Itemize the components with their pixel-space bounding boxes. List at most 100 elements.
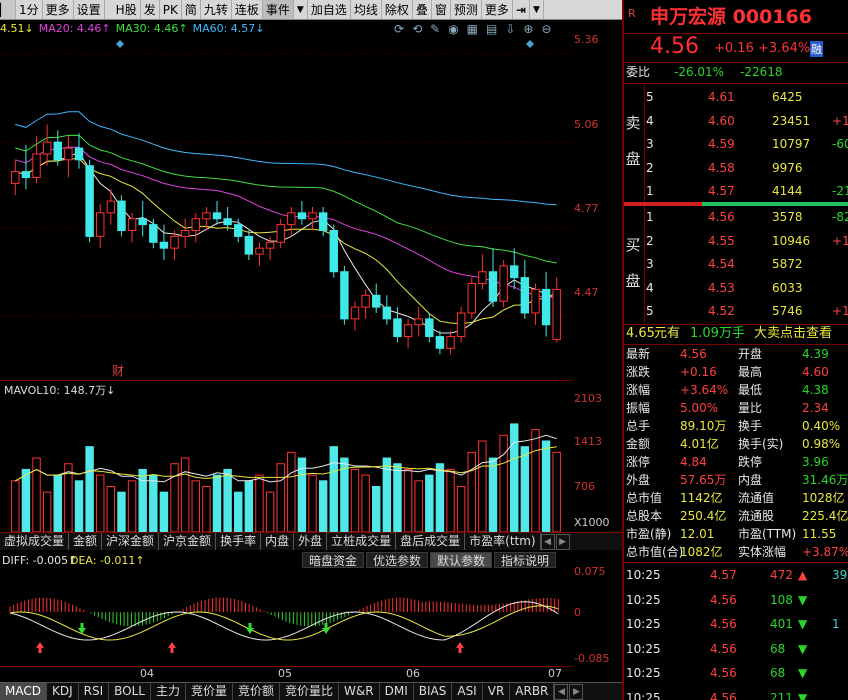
candle[interactable] (223, 206, 232, 231)
candle[interactable] (244, 230, 254, 260)
volume-bar[interactable] (106, 485, 116, 532)
volume-bar[interactable] (393, 463, 402, 532)
volume-bar[interactable] (287, 451, 296, 532)
volume-bar[interactable] (191, 480, 200, 532)
subtab-prev-icon[interactable]: ◀ (540, 534, 555, 550)
buy-signal-arrow-icon[interactable] (168, 642, 176, 653)
volume-bar[interactable] (265, 491, 275, 532)
toolbar-item[interactable]: 发 (141, 0, 160, 19)
volume-bar[interactable] (467, 451, 476, 532)
indicator-help-button[interactable]: 指标说明 (494, 552, 557, 568)
volume-bar[interactable] (117, 491, 126, 532)
toolbar-item[interactable]: 九转 (201, 0, 232, 19)
buy-signal-arrow-icon[interactable] (456, 642, 464, 653)
candle[interactable] (212, 201, 222, 225)
volume-bar[interactable] (403, 468, 413, 532)
candle[interactable] (425, 312, 434, 343)
indicator-tab[interactable]: W&R (339, 683, 380, 700)
subtab[interactable]: 虚拟成交量 (0, 533, 70, 550)
candle[interactable] (372, 283, 381, 313)
toolbar-item[interactable]: 加自选 (308, 0, 351, 19)
dark-pool-button[interactable]: 暗盘资金 (302, 552, 365, 568)
candle[interactable] (467, 277, 476, 319)
candle[interactable] (435, 330, 445, 355)
toolbar-item[interactable]: 预测 (451, 0, 482, 19)
toolbar-item[interactable]: 除权 (382, 0, 413, 19)
candle[interactable] (74, 133, 84, 169)
subtab[interactable]: 立桩成交量 (327, 533, 397, 550)
tabs-prev-icon[interactable]: ◀ (554, 684, 569, 700)
optimized-params-button[interactable]: 优选参数 (366, 552, 429, 568)
subtab[interactable]: 外盘 (294, 533, 328, 550)
volume-bar[interactable] (446, 468, 455, 532)
volume-bar[interactable] (234, 491, 243, 532)
volume-bar[interactable] (255, 474, 264, 532)
indicator-tab[interactable]: BOLL (109, 683, 151, 700)
candle[interactable] (510, 248, 519, 290)
volume-bar[interactable] (74, 480, 84, 532)
volume-bar[interactable] (499, 434, 508, 532)
subtab[interactable]: 内盘 (261, 533, 295, 550)
volume-bar[interactable] (127, 480, 137, 532)
volume-bar[interactable] (456, 485, 466, 532)
finance-marker[interactable]: 财 (112, 362, 124, 379)
zoom-in-icon[interactable]: ⊕ (523, 22, 533, 36)
volume-bar[interactable] (149, 474, 158, 532)
volume-bar[interactable] (85, 446, 94, 532)
candle[interactable] (488, 248, 498, 308)
toolbar-item[interactable]: 简 (182, 0, 201, 19)
volume-bar[interactable] (180, 457, 190, 532)
volume-bar[interactable] (488, 457, 498, 532)
refresh-icon[interactable]: ⟳ (394, 22, 404, 36)
event-diamond-icon[interactable] (116, 40, 124, 48)
pencil-icon[interactable]: ✎ (430, 22, 440, 36)
toolbar-item[interactable]: H股 (113, 0, 141, 19)
candle[interactable] (414, 307, 423, 337)
candle[interactable] (446, 330, 455, 355)
indicator-tab[interactable]: 竞价额 (233, 683, 281, 700)
candle[interactable] (520, 259, 530, 319)
volume-bar[interactable] (21, 468, 31, 532)
toolbar-item[interactable]: 更多 (482, 0, 513, 19)
candle[interactable] (382, 295, 392, 325)
default-params-button[interactable]: 默认参数 (430, 552, 493, 568)
candle[interactable] (541, 271, 551, 337)
candle[interactable] (11, 159, 20, 196)
candle[interactable] (499, 259, 508, 308)
order-level-row[interactable]: 5 4.61 6425 (624, 88, 848, 106)
volume-bar[interactable] (520, 446, 530, 532)
tabs-next-icon[interactable]: ▶ (569, 684, 584, 700)
more-dropdown-icon[interactable]: ▼ (530, 0, 544, 19)
down-arrow-icon[interactable]: ⇩ (505, 22, 515, 36)
candle[interactable] (276, 218, 285, 249)
candle[interactable] (478, 254, 487, 290)
tab-macd[interactable]: MACD (0, 683, 47, 700)
candle[interactable] (350, 301, 360, 331)
volume-bar[interactable] (541, 440, 551, 532)
toolbar-item[interactable]: 连板 (232, 0, 263, 19)
candle[interactable] (297, 201, 307, 225)
subtab[interactable]: 市盈率(ttm) (465, 533, 541, 550)
toolbar-left-scroll-icon[interactable]: ▏ (0, 0, 16, 19)
order-level-row[interactable]: 1 4.57 4144 -21 (624, 182, 848, 200)
indicator-tab[interactable]: ASI (452, 683, 483, 700)
toolbar-item-events[interactable]: 事件 (262, 0, 294, 19)
candle[interactable] (96, 204, 105, 249)
indicator-tab[interactable]: KDJ (47, 683, 79, 700)
indicator-tab[interactable]: 竞价量 (186, 683, 234, 700)
toolbar-item[interactable]: 设置 (74, 0, 105, 19)
subtab[interactable]: 金额 (69, 533, 103, 550)
subtab[interactable]: 换手率 (216, 533, 262, 550)
volume-bar[interactable] (11, 480, 20, 532)
toolbar-item[interactable]: 叠 (413, 0, 432, 19)
candle[interactable] (180, 218, 190, 249)
volume-bar[interactable] (308, 474, 317, 532)
eye-icon[interactable]: ◉ (448, 22, 458, 36)
subtab[interactable]: 沪深金额 (102, 533, 160, 550)
volume-bar[interactable] (425, 474, 434, 532)
toolbar-item[interactable]: 更多 (43, 0, 74, 19)
order-level-row[interactable]: 2 4.55 10946 +13 (624, 232, 848, 250)
buy-signal-arrow-icon[interactable] (36, 642, 44, 653)
volume-bar[interactable] (212, 474, 222, 532)
volume-bar[interactable] (372, 485, 381, 532)
